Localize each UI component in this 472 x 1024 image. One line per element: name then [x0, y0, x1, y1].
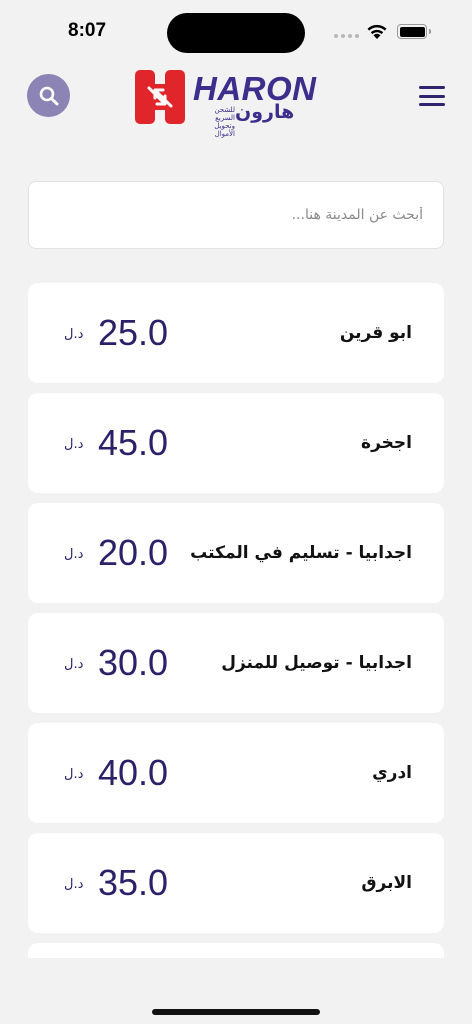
logo-arabic-text: هارون [235, 101, 295, 123]
city-price: 25.0 [98, 312, 169, 353]
city-price: 35.0 [98, 862, 169, 903]
city-card[interactable]: اجخرة 45.0 د.ل [28, 393, 444, 493]
haron-logo: HARON للشحن السريع وتحويل الأموال هارون [135, 68, 345, 138]
city-card[interactable]: اجدابيا - توصيل للمنزل 30.0 د.ل [28, 613, 444, 713]
currency-label: د.ل [64, 437, 84, 452]
city-price: 40.0 [98, 752, 169, 793]
city-search-input[interactable] [29, 207, 423, 223]
city-price-list: ابو قرين 25.0 د.ل اجخرة 45.0 د.ل اجدابيا… [28, 283, 444, 958]
city-name: اجدابيا - تسليم في المكتب [190, 543, 412, 563]
currency-label: د.ل [64, 327, 84, 342]
city-price: 45.0 [98, 422, 169, 463]
city-card[interactable]: الابرق 35.0 د.ل [28, 833, 444, 933]
search-icon [39, 86, 58, 105]
hamburger-menu-icon[interactable] [419, 86, 445, 106]
city-card[interactable]: ادري 40.0 د.ل [28, 723, 444, 823]
battery-icon [397, 24, 431, 39]
currency-label: د.ل [64, 877, 84, 892]
city-card[interactable] [28, 943, 444, 958]
currency-label: د.ل [64, 547, 84, 562]
status-time: 8:07 [68, 20, 107, 41]
city-price: 20.0 [98, 532, 169, 573]
home-indicator[interactable] [152, 1009, 320, 1015]
currency-label: د.ل [64, 657, 84, 672]
city-card[interactable]: ابو قرين 25.0 د.ل [28, 283, 444, 383]
city-name: اجخرة [361, 433, 412, 453]
status-bar: 8:07 [0, 0, 472, 62]
currency-label: د.ل [64, 767, 84, 782]
dynamic-island [167, 13, 305, 53]
logo-tagline: للشحن السريع وتحويل الأموال [214, 106, 235, 138]
city-price: 30.0 [98, 642, 169, 683]
app-header: HARON للشحن السريع وتحويل الأموال هارون [0, 62, 472, 138]
city-name: ادري [372, 763, 412, 783]
city-search-field[interactable] [28, 181, 444, 249]
city-name: اجدابيا - توصيل للمنزل [221, 653, 412, 673]
city-card[interactable]: اجدابيا - تسليم في المكتب 20.0 د.ل [28, 503, 444, 603]
wifi-icon [367, 24, 387, 39]
city-name: الابرق [361, 873, 412, 893]
city-name: ابو قرين [339, 323, 412, 343]
logo-mark-icon [135, 70, 185, 124]
cellular-signal-icon [334, 34, 359, 38]
search-button[interactable] [27, 74, 70, 117]
